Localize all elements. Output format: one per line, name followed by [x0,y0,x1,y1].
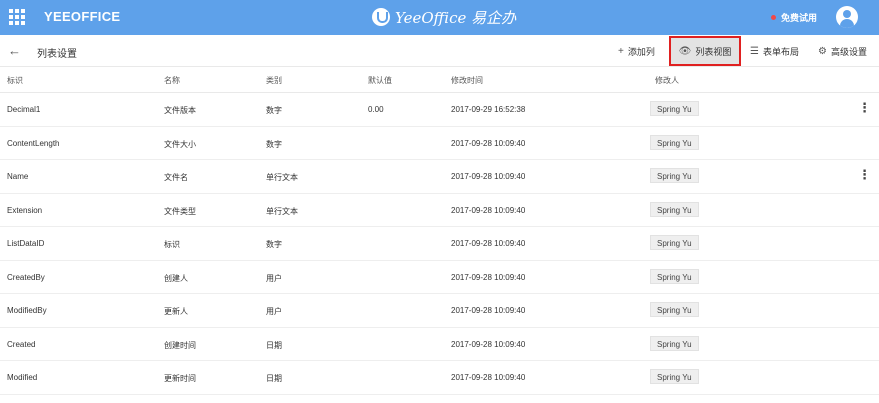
field-type-cell: 数字 [266,106,282,115]
avatar-head [843,10,851,18]
field-name-cell: 文件名 [164,173,188,182]
free-trial-button[interactable]: 免费试用 [771,11,817,24]
field-modified-cell: 2017-09-28 10:09:40 [451,373,526,382]
field-name-cell: 创建时间 [164,340,196,350]
more-options-icon[interactable]: ⋮ [858,101,871,115]
advanced-settings-button[interactable]: ⚙ 高级设置 [818,45,867,58]
eye-icon: 👁 [678,45,692,57]
column-header-type[interactable]: 类别 [266,75,282,86]
modified-by-tag: Spring Yu [650,201,699,217]
center-logo: YeeOffice 易企办 [372,7,516,27]
modified-by-tag: Spring Yu [650,134,699,150]
modified-by-tag: Spring Yu [650,235,699,250]
table-row[interactable]: Modified 更新时间 日期 2017-09-28 10:09:40 Spring … [0,361,879,395]
page-title: 列表设置 [37,49,77,60]
form-layout-button[interactable]: ☰ 表单布局 [750,45,799,58]
modified-by-tag: Spring Yu [650,369,699,384]
form-layout-label: 表单布局 [762,47,799,57]
column-header-name[interactable]: 名称 [164,75,180,86]
user-avatar[interactable] [836,6,858,28]
yeeoffice-logo-icon [372,8,390,26]
field-id-cell: Decimal1 [7,105,41,114]
gear-icon: ⚙ [818,46,827,57]
field-modified-cell: 2017-09-29 16:52:38 [451,105,526,114]
plus-icon: + [618,46,624,57]
fields-table: 标识 名称 类别 默认值 修改时间 修改人 Decimal1 文件版本 数字 0.00… [0,67,879,395]
field-type-cell: 日期 [266,340,282,350]
field-modified-cell: 2017-09-28 10:09:40 [451,205,526,215]
table-row[interactable]: ListDataID 标识 数字 2017-09-28 10:09:40 Spring … [0,227,879,261]
column-header-modified-by[interactable]: 修改人 [655,75,679,86]
field-name-cell: 标识 [164,240,180,249]
table-body: Decimal1 文件版本 数字 0.00 2017-09-29 16:52:38 Spr… [0,93,879,395]
field-name-cell: 文件版本 [164,106,196,115]
field-modified-cell: 2017-09-28 10:09:40 [451,172,526,181]
field-type-cell: 数字 [266,240,282,249]
modified-by-tag: Spring Yu [650,168,699,183]
add-column-button[interactable]: + 添加列 [618,45,655,58]
table-header: 标识 名称 类别 默认值 修改时间 修改人 [0,67,879,93]
table-row[interactable]: CreatedBy 创建人 用户 2017-09-28 10:09:40 Spring … [0,261,879,294]
field-type-cell: 日期 [266,374,282,383]
field-type-cell: 数字 [266,139,282,149]
list-icon: ☰ [750,46,759,57]
app-grid-icon[interactable] [9,9,25,25]
field-name-cell: 创建人 [164,273,188,283]
modified-by-tag: Spring Yu [650,335,699,351]
column-header-modified[interactable]: 修改时间 [451,75,483,86]
table-row[interactable]: Created 创建时间 日期 2017-09-28 10:09:40 Spring Y… [0,328,879,361]
list-view-button[interactable]: 👁 列表视图 [669,36,741,66]
back-arrow-icon[interactable]: ← [8,43,21,58]
field-id-cell: CreatedBy [7,272,45,282]
field-id-cell: Modified [7,373,38,382]
field-name-cell: 更新时间 [164,374,196,383]
field-modified-cell: 2017-09-28 10:09:40 [451,138,526,148]
table-row[interactable]: Decimal1 文件版本 数字 0.00 2017-09-29 16:52:38 Spr… [0,93,879,127]
center-title: YeeOffice 易企办 [395,8,517,27]
avatar-body [840,19,854,28]
field-type-cell: 用户 [266,273,282,283]
field-modified-cell: 2017-09-28 10:09:40 [451,339,526,349]
list-view-label: 列表视图 [695,46,732,57]
field-type-cell: 单行文本 [266,173,298,182]
field-id-cell: Created [7,339,36,349]
add-column-label: 添加列 [627,47,655,57]
advanced-settings-label: 高级设置 [830,47,867,57]
field-id-cell: ListDataID [7,239,45,248]
field-modified-cell: 2017-09-28 10:09:40 [451,272,526,282]
field-modified-cell: 2017-09-28 10:09:40 [451,239,526,248]
modified-by-tag: Spring Yu [650,101,699,116]
table-row[interactable]: Extension 文件类型 单行文本 2017-09-28 10:09:40 Spri… [0,194,879,227]
modified-by-tag: Spring Yu [650,268,699,284]
trial-dot-icon [771,15,776,20]
table-row[interactable]: Name 文件名 单行文本 2017-09-28 10:09:40 Spring Yu ⋮ [0,160,879,194]
modified-by-tag: Spring Yu [650,302,699,317]
field-name-cell: 文件大小 [164,139,196,149]
field-name-cell: 更新人 [164,307,188,316]
more-options-icon[interactable]: ⋮ [858,168,871,182]
table-row[interactable]: ContentLength 文件大小 数字 2017-09-28 10:09:40 Sp… [0,127,879,160]
field-name-cell: 文件类型 [164,206,196,216]
field-id-cell: Extension [7,205,43,215]
field-id-cell: ModifiedBy [7,306,47,315]
field-type-cell: 单行文本 [266,206,298,216]
field-id-cell: ContentLength [7,138,60,148]
free-trial-label: 免费试用 [781,13,818,23]
field-modified-cell: 2017-09-28 10:09:40 [451,306,526,315]
field-id-cell: Name [7,172,29,181]
column-header-id[interactable]: 标识 [7,75,23,86]
table-row[interactable]: ModifiedBy 更新人 用户 2017-09-28 10:09:40 Spring… [0,294,879,328]
brand-name[interactable]: YEEOFFICE [44,9,120,24]
column-header-default[interactable]: 默认值 [368,75,392,86]
top-bar: YEEOFFICE YeeOffice 易企办 免费试用 [0,0,879,35]
field-type-cell: 用户 [266,307,282,316]
field-default-cell: 0.00 [368,105,384,114]
page-toolbar: ← 列表设置 + 添加列 👁 列表视图 ☰ 表单布局 ⚙ 高级设置 [0,35,879,67]
